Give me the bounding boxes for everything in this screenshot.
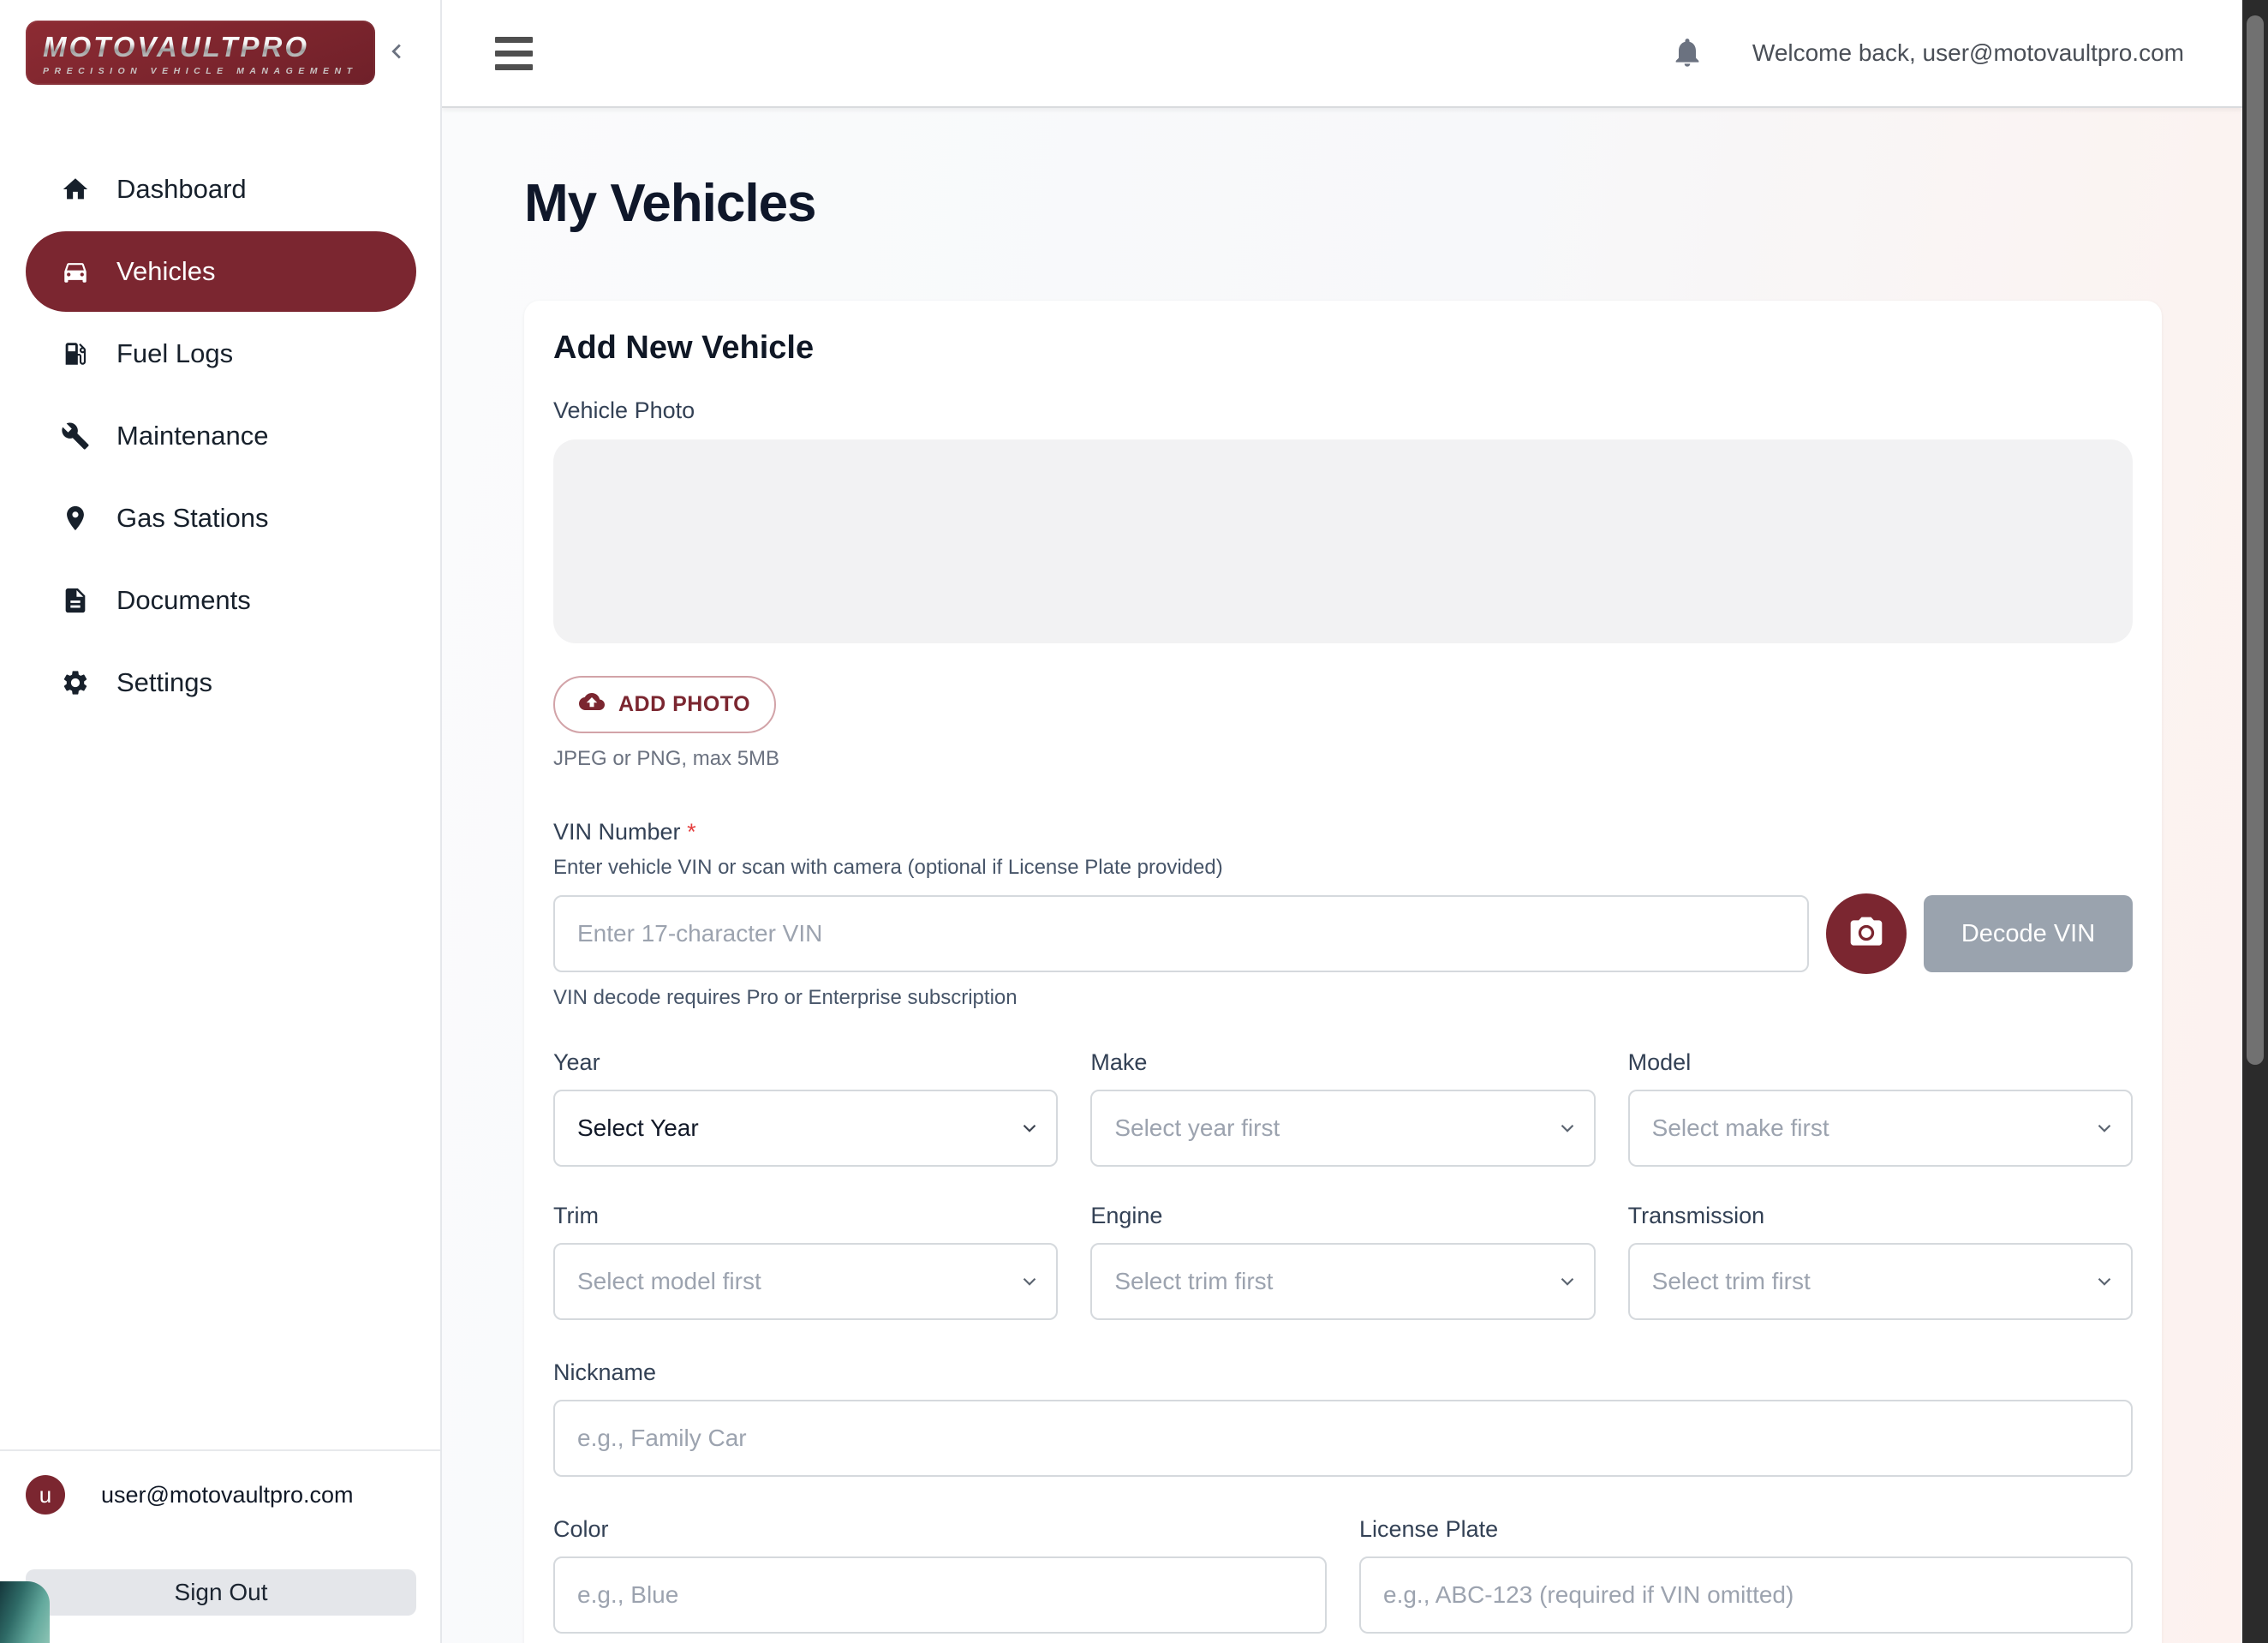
- vin-subscription-note: VIN decode requires Pro or Enterprise su…: [553, 986, 2133, 1010]
- cloud-upload-icon: [579, 689, 605, 720]
- location-pin-icon: [60, 503, 91, 534]
- page-scrollbar[interactable]: [2242, 0, 2268, 1643]
- year-label: Year: [553, 1049, 1058, 1076]
- scrollbar-thumb[interactable]: [2247, 15, 2264, 1065]
- sidebar-item-vehicles[interactable]: Vehicles: [26, 231, 416, 312]
- sidebar-item-gas-stations[interactable]: Gas Stations: [26, 478, 416, 559]
- engine-select[interactable]: Select trim first: [1090, 1243, 1595, 1320]
- license-plate-label: License Plate: [1359, 1516, 2133, 1543]
- home-icon: [60, 174, 91, 205]
- required-asterisk: *: [687, 819, 696, 845]
- chevron-down-icon: [1018, 1117, 1041, 1139]
- sidebar-item-label: Vehicles: [116, 256, 215, 287]
- sidebar-item-label: Settings: [116, 667, 212, 698]
- bell-icon: [1670, 35, 1704, 72]
- sidebar-item-label: Dashboard: [116, 174, 247, 205]
- nickname-label: Nickname: [553, 1359, 2133, 1386]
- decode-vin-button[interactable]: Decode VIN: [1924, 895, 2133, 972]
- photo-hint: JPEG or PNG, max 5MB: [553, 747, 2133, 771]
- sidebar-item-fuel-logs[interactable]: Fuel Logs: [26, 314, 416, 394]
- wrench-icon: [60, 421, 91, 451]
- brand-tagline: PRECISION VEHICLE MANAGEMENT: [43, 66, 358, 76]
- model-label: Model: [1628, 1049, 2133, 1076]
- sidebar-item-settings[interactable]: Settings: [26, 642, 416, 723]
- make-field: Make Select year first: [1090, 1049, 1595, 1167]
- sidebar: MOTOVAULTPRO PRECISION VEHICLE MANAGEMEN…: [0, 0, 442, 1643]
- sidebar-item-label: Gas Stations: [116, 503, 268, 534]
- color-field: Color: [553, 1516, 1327, 1634]
- sidebar-nav: Dashboard Vehicles Fuel Logs Maintenance…: [0, 147, 442, 725]
- add-photo-button[interactable]: ADD PHOTO: [553, 676, 776, 733]
- avatar: u: [26, 1475, 65, 1515]
- sidebar-item-label: Maintenance: [116, 421, 269, 451]
- sign-out-button[interactable]: Sign Out: [26, 1569, 416, 1616]
- vin-input[interactable]: [553, 895, 1809, 972]
- model-field: Model Select make first: [1628, 1049, 2133, 1167]
- brand-name: MOTOVAULTPRO: [43, 31, 358, 63]
- main-content: My Vehicles Add New Vehicle Vehicle Phot…: [442, 108, 2242, 1643]
- sidebar-item-label: Documents: [116, 585, 251, 616]
- make-label: Make: [1090, 1049, 1595, 1076]
- scan-vin-camera-button[interactable]: [1826, 893, 1907, 974]
- sidebar-item-dashboard[interactable]: Dashboard: [26, 149, 416, 230]
- add-photo-label: ADD PHOTO: [618, 692, 750, 717]
- page-title: My Vehicles: [524, 173, 2242, 234]
- transmission-label: Transmission: [1628, 1203, 2133, 1229]
- chevron-left-icon: [382, 37, 411, 69]
- nickname-input[interactable]: [553, 1400, 2133, 1477]
- top-header: Welcome back, user@motovaultpro.com: [442, 0, 2242, 108]
- trim-select[interactable]: Select model first: [553, 1243, 1058, 1320]
- corner-photo-fragment: [0, 1581, 50, 1643]
- sidebar-item-documents[interactable]: Documents: [26, 560, 416, 641]
- sidebar-user-section: u user@motovaultpro.com Sign Out: [0, 1449, 440, 1643]
- fuel-pump-icon: [60, 338, 91, 369]
- notifications-button[interactable]: [1670, 35, 1704, 72]
- trim-label: Trim: [553, 1203, 1058, 1229]
- card-title: Add New Vehicle: [553, 330, 2133, 367]
- brand-logo: MOTOVAULTPRO PRECISION VEHICLE MANAGEMEN…: [26, 21, 375, 85]
- sidebar-collapse-button[interactable]: [377, 33, 416, 73]
- nickname-field: Nickname: [553, 1359, 2133, 1477]
- trim-field: Trim Select model first: [553, 1203, 1058, 1320]
- gear-icon: [60, 667, 91, 698]
- chevron-down-icon: [1556, 1117, 1579, 1139]
- year-field: Year Select Year: [553, 1049, 1058, 1167]
- welcome-message: Welcome back, user@motovaultpro.com: [1752, 39, 2184, 67]
- vehicle-photo-label: Vehicle Photo: [553, 397, 2133, 424]
- color-input[interactable]: [553, 1556, 1327, 1634]
- make-select[interactable]: Select year first: [1090, 1090, 1595, 1167]
- color-label: Color: [553, 1516, 1327, 1543]
- year-select[interactable]: Select Year: [553, 1090, 1058, 1167]
- add-vehicle-card: Add New Vehicle Vehicle Photo ADD PHOTO …: [524, 301, 2162, 1643]
- sidebar-item-label: Fuel Logs: [116, 338, 233, 369]
- license-plate-field: License Plate: [1359, 1516, 2133, 1634]
- chevron-down-icon: [1556, 1270, 1579, 1293]
- vehicle-photo-preview: [553, 439, 2133, 643]
- transmission-field: Transmission Select trim first: [1628, 1203, 2133, 1320]
- engine-field: Engine Select trim first: [1090, 1203, 1595, 1320]
- vin-number-label: VIN Number *: [553, 819, 2133, 845]
- chevron-down-icon: [2093, 1117, 2116, 1139]
- chevron-down-icon: [1018, 1270, 1041, 1293]
- user-email: user@motovaultpro.com: [101, 1482, 354, 1509]
- vin-helper-text: Enter vehicle VIN or scan with camera (o…: [553, 856, 2133, 880]
- chevron-down-icon: [2093, 1270, 2116, 1293]
- license-plate-input[interactable]: [1359, 1556, 2133, 1634]
- hamburger-menu-icon[interactable]: [490, 32, 538, 75]
- engine-label: Engine: [1090, 1203, 1595, 1229]
- document-icon: [60, 585, 91, 616]
- model-select[interactable]: Select make first: [1628, 1090, 2133, 1167]
- car-icon: [60, 256, 91, 287]
- transmission-select[interactable]: Select trim first: [1628, 1243, 2133, 1320]
- camera-icon: [1847, 914, 1885, 954]
- sidebar-item-maintenance[interactable]: Maintenance: [26, 396, 416, 476]
